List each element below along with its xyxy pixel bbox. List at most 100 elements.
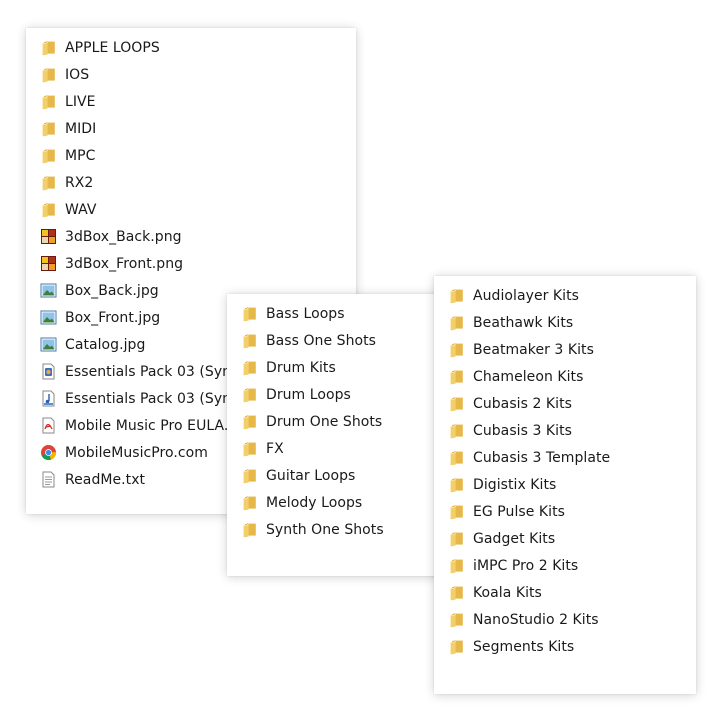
audio-file-icon [40, 390, 57, 407]
file-item-beatmaker-3-kits[interactable]: Beatmaker 3 Kits [448, 336, 696, 363]
folder-icon [241, 467, 258, 484]
file-item-drum-kits[interactable]: Drum Kits [241, 354, 455, 381]
folder-icon [448, 503, 465, 520]
folder-icon [40, 147, 57, 164]
folder-icon [448, 611, 465, 628]
text-file-icon [40, 471, 57, 488]
file-item-ios[interactable]: IOS [40, 61, 356, 88]
file-item-label: Cubasis 2 Kits [473, 395, 572, 412]
file-item-label: Digistix Kits [473, 476, 557, 493]
file-item-midi[interactable]: MIDI [40, 115, 356, 142]
file-item-label: Box_Front.jpg [65, 309, 161, 326]
file-item-segments-kits[interactable]: Segments Kits [448, 633, 696, 660]
explorer-pane-kits: Audiolayer Kits Beathawk Kits Beatmaker 3 … [434, 276, 696, 694]
folder-icon [448, 584, 465, 601]
folder-icon [448, 422, 465, 439]
folder-icon [40, 93, 57, 110]
file-item-fx[interactable]: FX [241, 435, 455, 462]
file-item-label: Audiolayer Kits [473, 287, 579, 304]
file-item-label: WAV [65, 201, 97, 218]
file-item-drum-loops[interactable]: Drum Loops [241, 381, 455, 408]
folder-icon [448, 314, 465, 331]
file-item-label: Synth One Shots [266, 521, 384, 538]
file-item-koala-kits[interactable]: Koala Kits [448, 579, 696, 606]
file-item-label: NanoStudio 2 Kits [473, 611, 599, 628]
folder-icon [40, 39, 57, 56]
file-item-3dbox-back-png[interactable]: 3dBox_Back.png [40, 223, 356, 250]
file-item-audiolayer-kits[interactable]: Audiolayer Kits [448, 282, 696, 309]
jpg-image-icon [40, 309, 57, 326]
file-item-melody-loops[interactable]: Melody Loops [241, 489, 455, 516]
file-item-label: Segments Kits [473, 638, 575, 655]
file-item-label: Koala Kits [473, 584, 542, 601]
file-item-label: Drum One Shots [266, 413, 383, 430]
chrome-shortcut-icon [40, 444, 57, 461]
file-item-eg-pulse-kits[interactable]: EG Pulse Kits [448, 498, 696, 525]
file-item-label: MPC [65, 147, 96, 164]
file-item-live[interactable]: LIVE [40, 88, 356, 115]
archive-file-icon [40, 363, 57, 380]
file-item-apple-loops[interactable]: APPLE LOOPS [40, 34, 356, 61]
png-image-icon [40, 255, 57, 272]
file-item-wav[interactable]: WAV [40, 196, 356, 223]
folder-icon [448, 341, 465, 358]
file-item-label: iMPC Pro 2 Kits [473, 557, 579, 574]
file-item-label: Guitar Loops [266, 467, 356, 484]
file-item-label: LIVE [65, 93, 96, 110]
folder-icon [448, 557, 465, 574]
file-item-guitar-loops[interactable]: Guitar Loops [241, 462, 455, 489]
file-item-bass-loops[interactable]: Bass Loops [241, 300, 455, 327]
png-image-icon [40, 228, 57, 245]
file-item-label: Melody Loops [266, 494, 363, 511]
folder-icon [448, 449, 465, 466]
file-item-digistix-kits[interactable]: Digistix Kits [448, 471, 696, 498]
file-item-cubasis-3-template[interactable]: Cubasis 3 Template [448, 444, 696, 471]
file-item-bass-one-shots[interactable]: Bass One Shots [241, 327, 455, 354]
file-item-label: Catalog.jpg [65, 336, 146, 353]
folder-icon [241, 494, 258, 511]
jpg-image-icon [40, 336, 57, 353]
file-item-label: Gadget Kits [473, 530, 556, 547]
folder-icon [448, 287, 465, 304]
file-item-label: Drum Loops [266, 386, 351, 403]
folder-icon [448, 530, 465, 547]
folder-icon [448, 476, 465, 493]
file-item-beathawk-kits[interactable]: Beathawk Kits [448, 309, 696, 336]
folder-icon [241, 386, 258, 403]
folder-icon [448, 368, 465, 385]
file-item-label: Box_Back.jpg [65, 282, 159, 299]
file-item-label: Chameleon Kits [473, 368, 584, 385]
folder-icon [241, 359, 258, 376]
folder-icon [40, 201, 57, 218]
file-item-label: Mobile Music Pro EULA.p [65, 417, 238, 434]
file-item-label: Essentials Pack 03 (Synth [65, 363, 246, 380]
file-item-3dbox-front-png[interactable]: 3dBox_Front.png [40, 250, 356, 277]
file-item-nanostudio-2-kits[interactable]: NanoStudio 2 Kits [448, 606, 696, 633]
file-item-label: Beatmaker 3 Kits [473, 341, 594, 358]
file-item-chameleon-kits[interactable]: Chameleon Kits [448, 363, 696, 390]
file-item-label: 3dBox_Back.png [65, 228, 182, 245]
file-item-label: FX [266, 440, 284, 457]
file-item-cubasis-3-kits[interactable]: Cubasis 3 Kits [448, 417, 696, 444]
file-item-gadget-kits[interactable]: Gadget Kits [448, 525, 696, 552]
file-item-impc-pro-2-kits[interactable]: iMPC Pro 2 Kits [448, 552, 696, 579]
file-item-label: 3dBox_Front.png [65, 255, 184, 272]
file-item-cubasis-2-kits[interactable]: Cubasis 2 Kits [448, 390, 696, 417]
folder-icon [241, 305, 258, 322]
file-item-label: Cubasis 3 Template [473, 449, 611, 466]
file-item-mpc[interactable]: MPC [40, 142, 356, 169]
file-item-drum-one-shots[interactable]: Drum One Shots [241, 408, 455, 435]
folder-icon [241, 521, 258, 538]
file-item-rx2[interactable]: RX2 [40, 169, 356, 196]
folder-icon [448, 395, 465, 412]
file-item-label: Drum Kits [266, 359, 336, 376]
folder-icon [241, 332, 258, 349]
file-item-label: ReadMe.txt [65, 471, 146, 488]
file-item-synth-one-shots[interactable]: Synth One Shots [241, 516, 455, 543]
folder-icon [448, 638, 465, 655]
pdf-file-icon [40, 417, 57, 434]
folder-icon [40, 174, 57, 191]
folder-icon [40, 120, 57, 137]
file-item-label: RX2 [65, 174, 94, 191]
file-item-label: MobileMusicPro.com [65, 444, 208, 461]
